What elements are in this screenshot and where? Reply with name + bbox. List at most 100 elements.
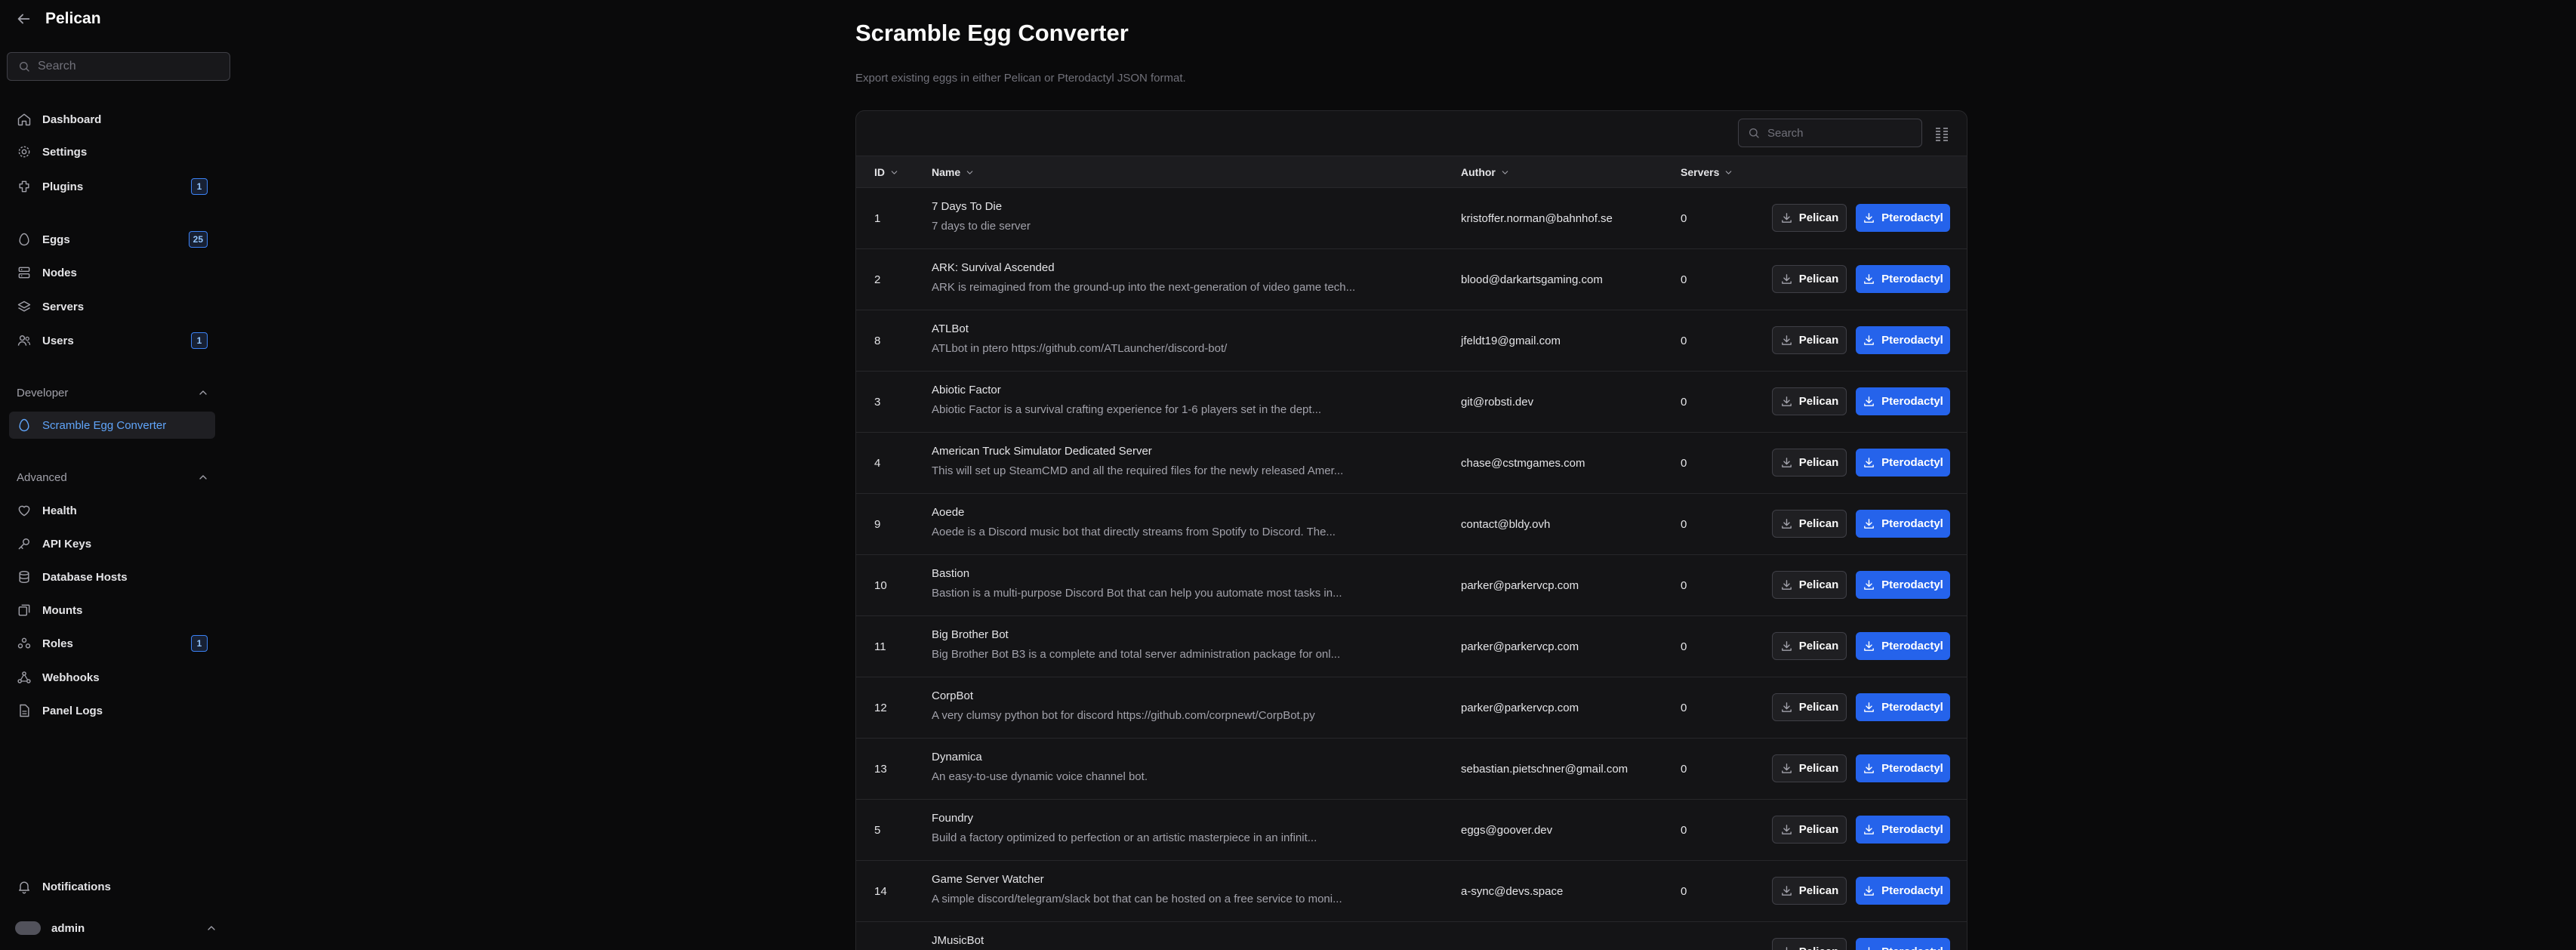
export-pterodactyl-button[interactable]: Pterodactyl (1856, 510, 1950, 538)
export-pterodactyl-button[interactable]: Pterodactyl (1856, 204, 1950, 232)
table-row[interactable]: 8 ATLBot ATLbot in ptero https://github.… (856, 310, 1967, 372)
export-pterodactyl-button[interactable]: Pterodactyl (1856, 754, 1950, 782)
heart-icon (17, 503, 32, 518)
user-menu[interactable]: admin (15, 917, 217, 939)
row-servers: 0 (1681, 579, 1687, 592)
sidebar-item-servers[interactable]: Servers (9, 293, 215, 320)
export-pterodactyl-button[interactable]: Pterodactyl (1856, 816, 1950, 844)
export-pelican-button[interactable]: Pelican (1772, 938, 1847, 950)
table-row[interactable]: 4 American Truck Simulator Dedicated Ser… (856, 433, 1967, 494)
sidebar-search[interactable] (7, 52, 230, 81)
sidebar-item-dashboard[interactable]: Dashboard (9, 106, 215, 133)
export-pelican-button[interactable]: Pelican (1772, 693, 1847, 721)
group-developer-header[interactable]: Developer (17, 383, 209, 403)
button-label: Pelican (1798, 395, 1839, 408)
download-icon (1863, 456, 1875, 469)
table-row[interactable]: 5 Foundry Build a factory optimized to p… (856, 800, 1967, 861)
sidebar-item-database-hosts[interactable]: Database Hosts (9, 563, 215, 591)
export-pelican-button[interactable]: Pelican (1772, 449, 1847, 477)
export-pelican-button[interactable]: Pelican (1772, 816, 1847, 844)
table-row[interactable]: 9 Aoede Aoede is a Discord music bot tha… (856, 494, 1967, 555)
column-header-name[interactable]: Name (932, 156, 975, 188)
export-pterodactyl-button[interactable]: Pterodactyl (1856, 938, 1950, 950)
button-label: Pterodactyl (1881, 884, 1943, 897)
mounts-icon (17, 603, 32, 618)
download-icon (1780, 334, 1793, 347)
table-row[interactable]: 2 ARK: Survival Ascended ARK is reimagin… (856, 249, 1967, 310)
export-pterodactyl-button[interactable]: Pterodactyl (1856, 449, 1950, 477)
table-search-input[interactable] (1767, 126, 1911, 140)
export-pelican-button[interactable]: Pelican (1772, 204, 1847, 232)
row-name: Dynamica (932, 751, 982, 763)
notifications-button[interactable]: Notifications (17, 876, 111, 897)
brand-icon (17, 299, 32, 314)
sidebar-item-panel-logs[interactable]: Panel Logs (9, 697, 215, 724)
export-pelican-button[interactable]: Pelican (1772, 632, 1847, 660)
chevron-down-icon (965, 168, 975, 177)
table-row[interactable]: 14 Game Server Watcher A simple discord/… (856, 861, 1967, 922)
table-row[interactable]: 12 CorpBot A very clumsy python bot for … (856, 677, 1967, 739)
column-toggle-icon[interactable] (1933, 125, 1951, 143)
button-label: Pelican (1798, 762, 1839, 775)
row-servers: 0 (1681, 457, 1687, 470)
sidebar-item-plugins[interactable]: Plugins 1 (9, 173, 215, 200)
export-pterodactyl-button[interactable]: Pterodactyl (1856, 326, 1950, 354)
row-servers: 0 (1681, 702, 1687, 714)
export-pelican-button[interactable]: Pelican (1772, 571, 1847, 599)
users-icon (17, 333, 32, 348)
table-row[interactable]: 1 7 Days To Die 7 days to die server kri… (856, 188, 1967, 249)
table-row[interactable]: 10 Bastion Bastion is a multi-purpose Di… (856, 555, 1967, 616)
export-pterodactyl-button[interactable]: Pterodactyl (1856, 877, 1950, 905)
export-pterodactyl-button[interactable]: Pterodactyl (1856, 265, 1950, 293)
download-icon (1863, 517, 1875, 530)
button-label: Pterodactyl (1881, 517, 1943, 530)
row-author: kristoffer.norman@bahnhof.se (1461, 212, 1613, 225)
table-row[interactable]: 13 Dynamica An easy-to-use dynamic voice… (856, 739, 1967, 800)
row-description: 7 days to die server (932, 220, 1031, 233)
bell-icon (17, 879, 32, 894)
sidebar-item-api-keys[interactable]: API Keys (9, 530, 215, 557)
sidebar-item-settings[interactable]: Settings (9, 138, 215, 165)
sidebar: Pelican Dashboard Settings Plugins 1 Egg… (0, 0, 230, 950)
roles-icon (17, 636, 32, 651)
export-pterodactyl-button[interactable]: Pterodactyl (1856, 632, 1950, 660)
sidebar-item-mounts[interactable]: Mounts (9, 597, 215, 624)
sidebar-item-eggs[interactable]: Eggs 25 (9, 226, 215, 253)
row-description: ATLbot in ptero https://github.com/ATLau… (932, 342, 1228, 355)
export-pelican-button[interactable]: Pelican (1772, 510, 1847, 538)
export-pterodactyl-button[interactable]: Pterodactyl (1856, 693, 1950, 721)
column-header-id[interactable]: ID (874, 156, 899, 188)
sidebar-item-roles[interactable]: Roles 1 (9, 630, 215, 657)
sidebar-search-input[interactable] (38, 60, 219, 73)
table-row[interactable]: JMusicBot Pelican Pterodactyl (856, 922, 1967, 950)
row-servers: 0 (1681, 885, 1687, 898)
sidebar-item-label: Roles (42, 637, 73, 650)
export-pelican-button[interactable]: Pelican (1772, 265, 1847, 293)
table-row[interactable]: 11 Big Brother Bot Big Brother Bot B3 is… (856, 616, 1967, 677)
export-pelican-button[interactable]: Pelican (1772, 754, 1847, 782)
arrow-left-icon[interactable] (15, 11, 32, 27)
sidebar-item-nodes[interactable]: Nodes (9, 259, 215, 286)
table-search[interactable] (1738, 119, 1922, 147)
row-servers: 0 (1681, 335, 1687, 347)
table-header: ID Name Author Servers (856, 156, 1967, 188)
table-toolbar (856, 111, 1967, 156)
table-row[interactable]: 3 Abiotic Factor Abiotic Factor is a sur… (856, 372, 1967, 433)
button-label: Pelican (1798, 273, 1839, 285)
export-pterodactyl-button[interactable]: Pterodactyl (1856, 387, 1950, 415)
button-label: Pelican (1798, 578, 1839, 591)
export-pterodactyl-button[interactable]: Pterodactyl (1856, 571, 1950, 599)
row-id: 8 (874, 335, 881, 347)
sidebar-item-health[interactable]: Health (9, 497, 215, 524)
sidebar-item-scramble-egg-converter[interactable]: Scramble Egg Converter (9, 412, 215, 439)
export-pelican-button[interactable]: Pelican (1772, 326, 1847, 354)
export-pelican-button[interactable]: Pelican (1772, 387, 1847, 415)
group-advanced-header[interactable]: Advanced (17, 467, 209, 487)
export-pelican-button[interactable]: Pelican (1772, 877, 1847, 905)
column-header-author[interactable]: Author (1461, 156, 1510, 188)
column-header-servers[interactable]: Servers (1681, 156, 1733, 188)
sidebar-item-users[interactable]: Users 1 (9, 327, 215, 354)
sidebar-item-label: Servers (42, 300, 85, 313)
server-stack-icon (17, 265, 32, 280)
sidebar-item-webhooks[interactable]: Webhooks (9, 664, 215, 691)
